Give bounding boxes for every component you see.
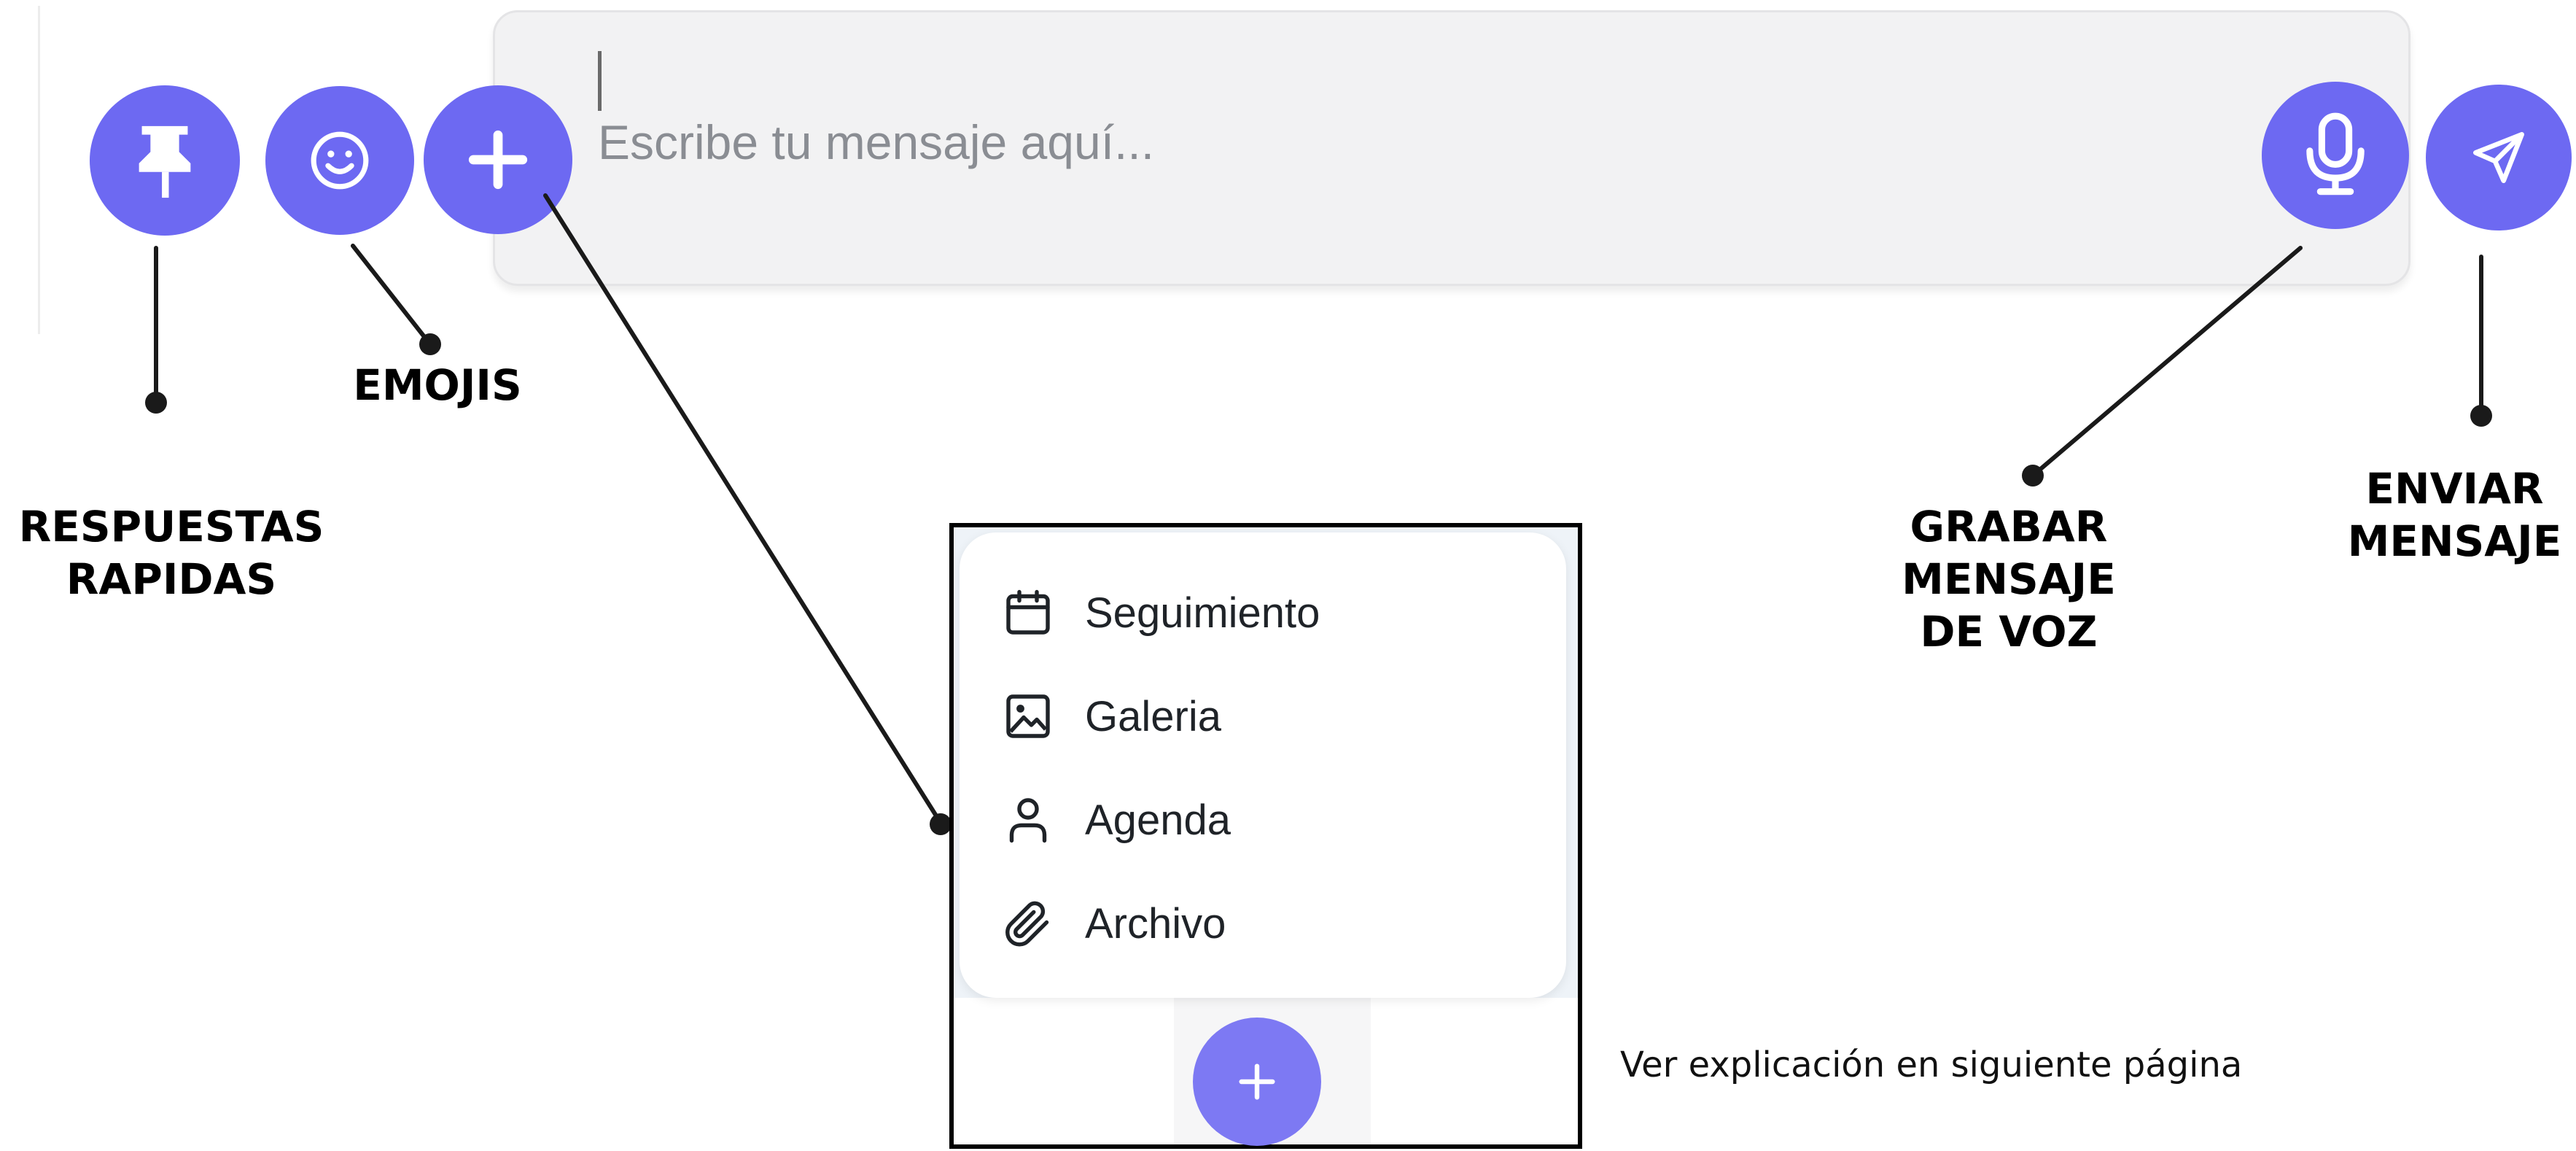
user-icon [999, 791, 1057, 849]
footnote-text: Ver explicación en siguiente página [1620, 1045, 2243, 1085]
menu-item-agenda[interactable]: Agenda [999, 776, 1509, 864]
emojis-label: EMOJIS [353, 360, 522, 410]
menu-item-label: Seguimiento [1085, 589, 1320, 637]
image-icon [999, 687, 1057, 745]
record-voice-label: GRABAR MENSAJE DE VOZ [1902, 502, 2116, 656]
paperclip-icon [999, 894, 1057, 953]
menu-item-label: Archivo [1085, 899, 1226, 947]
plus-icon [1234, 1058, 1280, 1105]
menu-item-label: Galeria [1085, 692, 1221, 740]
calendar-icon [999, 584, 1057, 642]
menu-item-archivo[interactable]: Archivo [999, 880, 1509, 967]
menu-item-seguimiento[interactable]: Seguimiento [999, 569, 1509, 656]
attach-menu-toggle-button[interactable] [1193, 1018, 1321, 1146]
quick-replies-label: RESPUESTAS RAPIDAS [18, 502, 324, 604]
menu-item-label: Agenda [1085, 796, 1231, 844]
send-message-label: ENVIAR MENSAJE [2347, 464, 2562, 566]
menu-item-galeria[interactable]: Galeria [999, 673, 1509, 760]
